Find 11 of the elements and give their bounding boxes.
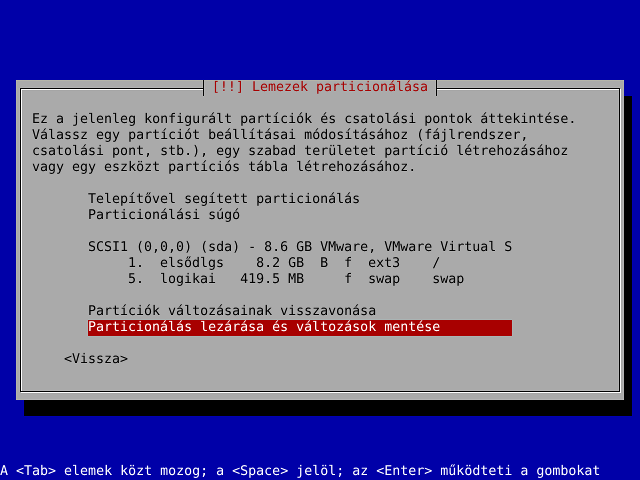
dialog-title: [!!] Lemezek particionálása: [202, 80, 438, 96]
menu-item[interactable]: Telepítővel segített particionálás: [88, 192, 512, 208]
menu-item[interactable]: Particionálás lezárása és változások mentése: [88, 320, 512, 336]
keyboard-help-text: A <Tab> elemek közt mozog; a <Space> jelöl; az <Enter> működteti a gombokat: [0, 464, 602, 480]
menu-item[interactable]: Particionálási súgó: [88, 208, 512, 224]
partition-item[interactable]: 5. logikai 419.5 MB f swap swap: [88, 272, 512, 288]
back-button[interactable]: <Vissza>: [64, 352, 128, 368]
intro-text: Ez a jelenleg konfigurált partíciók és csatolási pontok áttekintése. Válassz egy partíciót beállításai módosításához (fájlrendszer, csatolási pont, stb.), egy szabad területet partíció létrehozásához vagy egy eszközt partíciós tábla létrehozásához.: [32, 112, 578, 176]
menu-item[interactable]: Partíciók változásainak visszavonása: [88, 304, 512, 320]
menu-item[interactable]: SCSI1 (0,0,0) (sda) - 8.6 GB VMware, VMware Virtual S: [88, 240, 512, 256]
partition-item[interactable]: 1. elsődlgs 8.2 GB B f ext3 /: [88, 256, 512, 272]
